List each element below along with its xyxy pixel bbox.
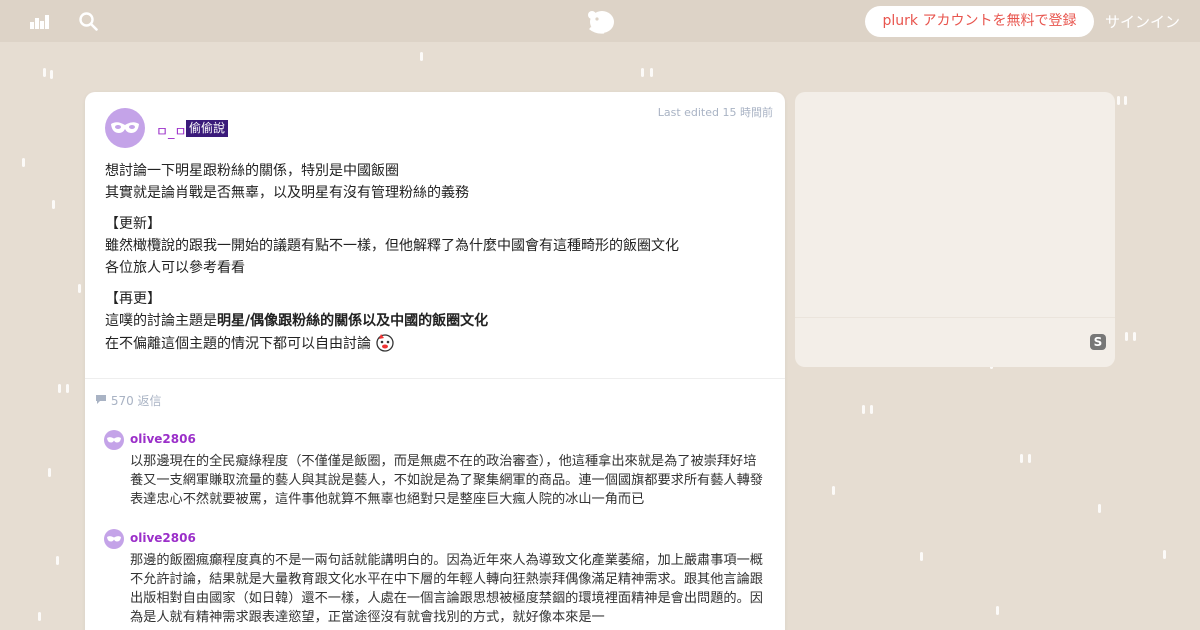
top-navigation-bar: plurk アカウントを無料で登録 サインイン <box>0 0 1200 42</box>
emoticon-icon <box>375 332 395 359</box>
content-line: 這噗的討論主題是明星/偶像跟粉絲的關係以及中國的飯圈文化 <box>105 313 489 329</box>
signup-button[interactable]: plurk アカウントを無料で登録 <box>865 6 1094 37</box>
side-panel: S <box>795 92 1115 367</box>
content-line: 【再更】 <box>105 291 161 307</box>
plurk-logo-icon[interactable] <box>584 6 616 40</box>
sponsor-logo-icon[interactable]: S <box>1090 334 1106 350</box>
speech-bubble-icon <box>95 394 111 408</box>
plurk-card: ㅁ_ㅁ 偷偷說 Last edited 15 時間前 想討論一下明星跟粉絲的關係… <box>85 92 785 630</box>
search-icon[interactable] <box>79 12 98 35</box>
content-line: 其實就是論肖戰是否無辜，以及明星有沒有管理粉絲的義務 <box>105 185 469 201</box>
signin-link[interactable]: サインイン <box>1105 11 1180 32</box>
response-text: 以那邊現在的全民癡綠程度（不僅僅是飯圈，而是無處不在的政治審查），他這種拿出來就… <box>130 454 763 507</box>
responder-avatar[interactable] <box>104 529 124 553</box>
plurk-content: 想討論一下明星跟粉絲的關係，特別是中國飯圈 其實就是論肖戰是否無辜，以及明星有沒… <box>105 160 765 359</box>
content-line: 各位旅人可以參考看看 <box>105 260 245 276</box>
reply-count[interactable]: 570 返信 <box>95 392 162 409</box>
owner-avatar[interactable] <box>105 108 145 152</box>
content-line: 【更新】 <box>105 216 161 232</box>
qualifier-badge: 偷偷說 <box>186 120 229 137</box>
content-line: 在不偏離這個主題的情況下都可以自由討論 <box>105 332 765 359</box>
content-line: 雖然橄欖說的跟我一開始的議題有點不一樣，但他解釋了為什麼中國會有這種畸形的飯圈文… <box>105 238 679 254</box>
topic-bold: 明星/偶像跟粉絲的關係以及中國的飯圈文化 <box>217 313 489 329</box>
responder-avatar[interactable] <box>104 430 124 454</box>
edited-timestamp: Last edited 15 時間前 <box>657 106 773 119</box>
stats-icon[interactable] <box>30 13 49 33</box>
divider <box>795 317 1115 318</box>
content-line: 想討論一下明星跟粉絲的關係，特別是中國飯圈 <box>105 163 399 179</box>
owner-name[interactable]: ㅁ_ㅁ <box>156 121 186 140</box>
divider <box>85 378 785 379</box>
responder-name[interactable]: olive2806 <box>130 432 196 446</box>
responder-name[interactable]: olive2806 <box>130 531 196 545</box>
response-text: 那邊的飯圈瘋癲程度真的不是一兩句話就能講明白的。因為近年來人為導致文化產業萎縮，… <box>130 553 763 625</box>
